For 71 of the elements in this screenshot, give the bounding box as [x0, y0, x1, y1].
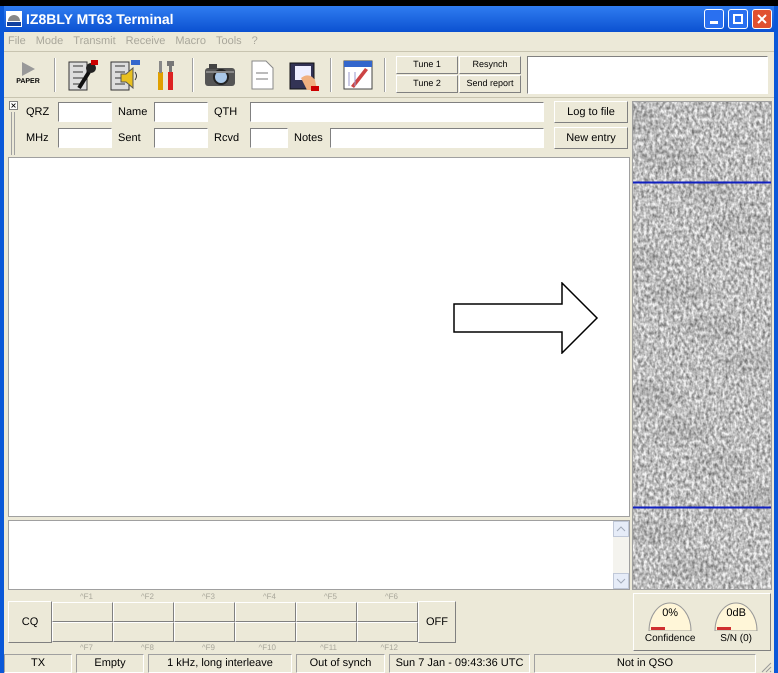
- meter-reading: 0%: [661, 608, 680, 619]
- macro-button[interactable]: [296, 602, 357, 622]
- log-field[interactable]: [58, 102, 112, 122]
- play-icon: [20, 61, 36, 78]
- macro-key-label: ^F10: [257, 642, 277, 653]
- field-label: Sent: [118, 130, 142, 146]
- logbook-icon[interactable]: [341, 58, 375, 92]
- log-field[interactable]: [250, 128, 288, 148]
- macro-button[interactable]: [235, 602, 296, 622]
- log-field[interactable]: [330, 128, 544, 148]
- meter-label: S/N (0): [720, 632, 752, 646]
- toolbar-button[interactable]: Send report: [459, 75, 521, 93]
- meter-label: Confidence: [644, 632, 696, 646]
- log-button[interactable]: Log to file: [554, 101, 628, 123]
- log-field[interactable]: [250, 102, 544, 122]
- macro-key-label: ^F8: [140, 642, 155, 653]
- macro-button[interactable]: [113, 602, 174, 622]
- macro-key-label: ^F9: [200, 642, 216, 653]
- macro-key-label: ^F7: [78, 642, 94, 653]
- macro-key-label: ^F5: [322, 591, 338, 602]
- transmit-text-area[interactable]: [8, 520, 630, 590]
- macro-key-label: ^F11: [319, 642, 338, 653]
- macro-button[interactable]: [357, 602, 418, 622]
- macro-key-label: ^F1: [78, 591, 94, 602]
- macro-key-label: ^F3: [200, 591, 216, 602]
- status-cell: Empty: [76, 654, 144, 673]
- close-icon[interactable]: [8, 101, 18, 110]
- maximize-icon: [733, 14, 743, 24]
- close-icon: [757, 14, 767, 24]
- toolbar-button[interactable]: Tune 1: [396, 56, 458, 74]
- window-title: IZ8BLY MT63 Terminal: [26, 10, 175, 28]
- macro-button[interactable]: [357, 622, 418, 642]
- meter-reading: 0dB: [725, 608, 747, 619]
- log-field[interactable]: [154, 128, 208, 148]
- field-label: Notes: [294, 130, 324, 146]
- meter-needle: [717, 626, 732, 630]
- macro-key-label: ^F2: [140, 591, 155, 602]
- field-label: QTH: [214, 104, 238, 120]
- status-cell: 1 kHz, long interleave: [148, 654, 292, 673]
- resize-grip-icon[interactable]: [760, 661, 772, 673]
- macro-button[interactable]: [52, 602, 113, 622]
- macro-button[interactable]: [52, 622, 113, 642]
- cq-button[interactable]: CQ: [8, 601, 52, 643]
- log-button[interactable]: New entry: [554, 127, 628, 149]
- field-label: QRZ: [26, 104, 50, 120]
- macro-button[interactable]: [235, 622, 296, 642]
- macro-button[interactable]: [174, 602, 235, 622]
- toolbar-button[interactable]: Tune 2: [396, 75, 458, 93]
- off-button[interactable]: OFF: [418, 601, 456, 643]
- macro-key-label: ^F4: [262, 591, 277, 602]
- status-cell: Sun 7 Jan - 09:43:36 UTC: [389, 654, 530, 673]
- status-cell: Not in QSO: [534, 654, 756, 673]
- close-button[interactable]: [752, 9, 772, 29]
- field-label: Name: [118, 104, 148, 120]
- log-field[interactable]: [58, 128, 112, 148]
- macro-key-label: ^F6: [384, 591, 399, 602]
- minimize-button[interactable]: [704, 9, 724, 29]
- macro-button[interactable]: [174, 622, 235, 642]
- status-cell: TX: [4, 654, 72, 673]
- macro-button[interactable]: [113, 622, 174, 642]
- status-cell: Out of synch: [296, 654, 385, 673]
- field-label: Rcvd: [214, 130, 240, 146]
- macro-button[interactable]: [296, 622, 357, 642]
- log-field[interactable]: [154, 102, 208, 122]
- minimize-icon: [710, 21, 718, 24]
- macro-key-label: ^F12: [379, 642, 399, 653]
- toolbar-button[interactable]: Resynch: [459, 56, 521, 74]
- app-icon: [6, 11, 22, 27]
- meter-needle: [651, 626, 666, 630]
- maximize-button[interactable]: [728, 9, 748, 29]
- field-label: MHz: [26, 130, 50, 146]
